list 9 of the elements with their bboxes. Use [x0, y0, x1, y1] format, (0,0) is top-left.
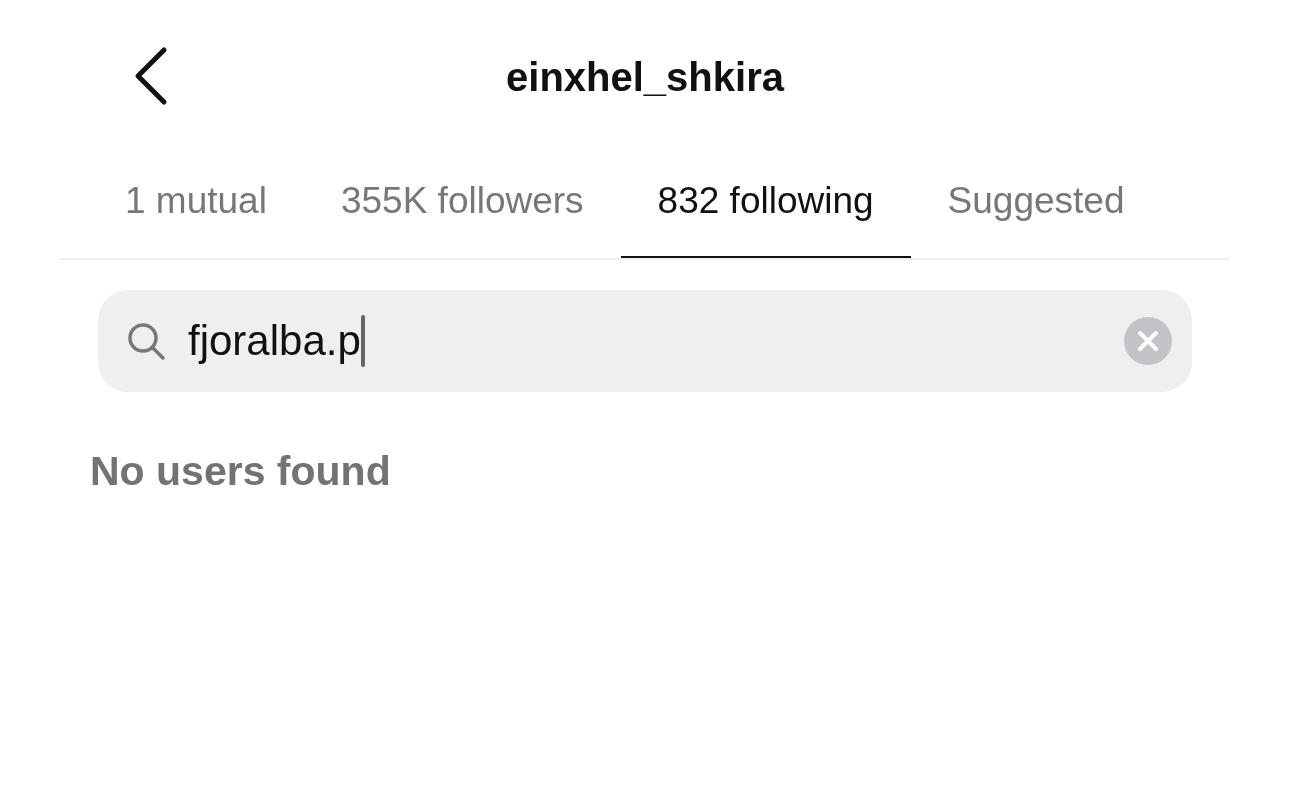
tab[interactable]: 1 mutual [88, 150, 304, 258]
text-cursor [360, 315, 365, 367]
search-field[interactable]: fjoralba.p [98, 290, 1192, 392]
tab[interactable]: Suggested [910, 150, 1162, 258]
tab[interactable]: 832 following [620, 150, 911, 258]
empty-message: No users found [90, 448, 392, 495]
profile-username: einxhel_shkira [506, 54, 784, 100]
tab[interactable]: 355K followers [303, 150, 621, 258]
search-icon [126, 321, 166, 361]
